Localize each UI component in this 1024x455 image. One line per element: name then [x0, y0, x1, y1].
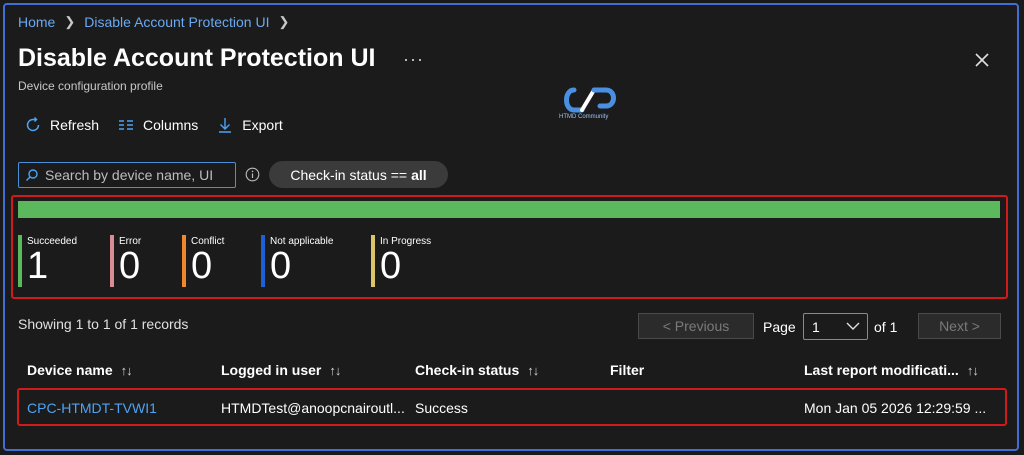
breadcrumb-current[interactable]: Disable Account Protection UI [84, 14, 269, 30]
column-header-label: Last report modificati... [804, 362, 959, 378]
stat-not-applicable[interactable]: Not applicable 0 [261, 235, 333, 287]
more-options-icon[interactable]: ··· [403, 49, 424, 70]
column-header-label: Filter [610, 362, 645, 378]
filter-label: Check-in status == [290, 166, 408, 183]
logo-text: HTMD Community [559, 114, 609, 120]
column-header-label: Check-in status [415, 362, 520, 378]
checkin-status-cell: Success [415, 400, 468, 416]
columns-icon [119, 120, 134, 130]
filter-value: all [411, 166, 427, 183]
refresh-icon [26, 116, 40, 132]
chevron-down-icon [846, 322, 860, 330]
previous-page-button[interactable]: < Previous [638, 313, 754, 339]
page-subtitle: Device configuration profile [18, 79, 163, 93]
last-report-cell: Mon Jan 05 2026 12:29:59 ... [804, 400, 987, 416]
download-icon [219, 118, 232, 133]
sort-icon[interactable]: ↑↓ [967, 363, 979, 378]
breadcrumb: Home ❯ Disable Account Protection UI ❯ [18, 14, 289, 30]
stat-value: 0 [119, 245, 141, 287]
column-header-logged-in-user[interactable]: Logged in user ↑↓ [221, 362, 341, 378]
column-header-label: Device name [27, 362, 113, 378]
checkin-status-filter-pill[interactable]: Check-in status == all [269, 161, 448, 188]
records-count: Showing 1 to 1 of 1 records [18, 316, 189, 332]
stat-value: 1 [27, 245, 49, 287]
next-page-button[interactable]: Next > [918, 313, 1001, 339]
column-header-label: Logged in user [221, 362, 322, 378]
breadcrumb-chevron-icon: ❯ [278, 14, 290, 29]
stat-conflict[interactable]: Conflict 0 [182, 235, 224, 287]
sort-icon[interactable]: ↑↓ [527, 363, 539, 378]
logged-in-user-cell: HTMDTest@anoopcnairoutl... [221, 400, 405, 416]
sort-icon[interactable]: ↑↓ [329, 363, 341, 378]
column-header-last-report[interactable]: Last report modificati... ↑↓ [804, 362, 979, 378]
device-name-link[interactable]: CPC-HTMDT-TVWI1 [27, 400, 157, 416]
sort-icon[interactable]: ↑↓ [121, 363, 133, 378]
page-select[interactable]: 1 [803, 313, 868, 340]
column-header-checkin-status[interactable]: Check-in status ↑↓ [415, 362, 539, 378]
search-input[interactable] [45, 167, 235, 183]
page-title: Disable Account Protection UI [18, 44, 376, 72]
toolbar: Refresh Columns Export [24, 114, 283, 136]
column-header-device-name[interactable]: Device name ↑↓ [27, 362, 133, 378]
stat-value: 0 [380, 245, 402, 287]
page-total-label: of 1 [874, 319, 898, 335]
refresh-label: Refresh [50, 117, 100, 133]
close-icon[interactable] [972, 50, 992, 70]
columns-label: Columns [143, 117, 199, 133]
breadcrumb-chevron-icon: ❯ [64, 14, 76, 29]
stat-value: 0 [191, 245, 213, 287]
page-select-value: 1 [812, 318, 820, 335]
search-icon [26, 169, 38, 181]
page-label: Page [763, 319, 796, 335]
breadcrumb-home[interactable]: Home [18, 14, 55, 30]
search-box[interactable] [18, 162, 236, 188]
columns-button[interactable]: Columns [117, 114, 198, 136]
status-progress-bar [18, 201, 1000, 218]
export-button[interactable]: Export [216, 114, 283, 136]
stat-in-progress[interactable]: In Progress 0 [371, 235, 431, 287]
info-icon[interactable] [245, 167, 260, 182]
stat-value: 0 [270, 245, 292, 287]
column-header-filter[interactable]: Filter [610, 362, 644, 378]
stat-succeeded[interactable]: Succeeded 1 [18, 235, 77, 287]
export-label: Export [242, 117, 283, 133]
stat-error[interactable]: Error 0 [110, 235, 141, 287]
refresh-button[interactable]: Refresh [24, 114, 99, 136]
